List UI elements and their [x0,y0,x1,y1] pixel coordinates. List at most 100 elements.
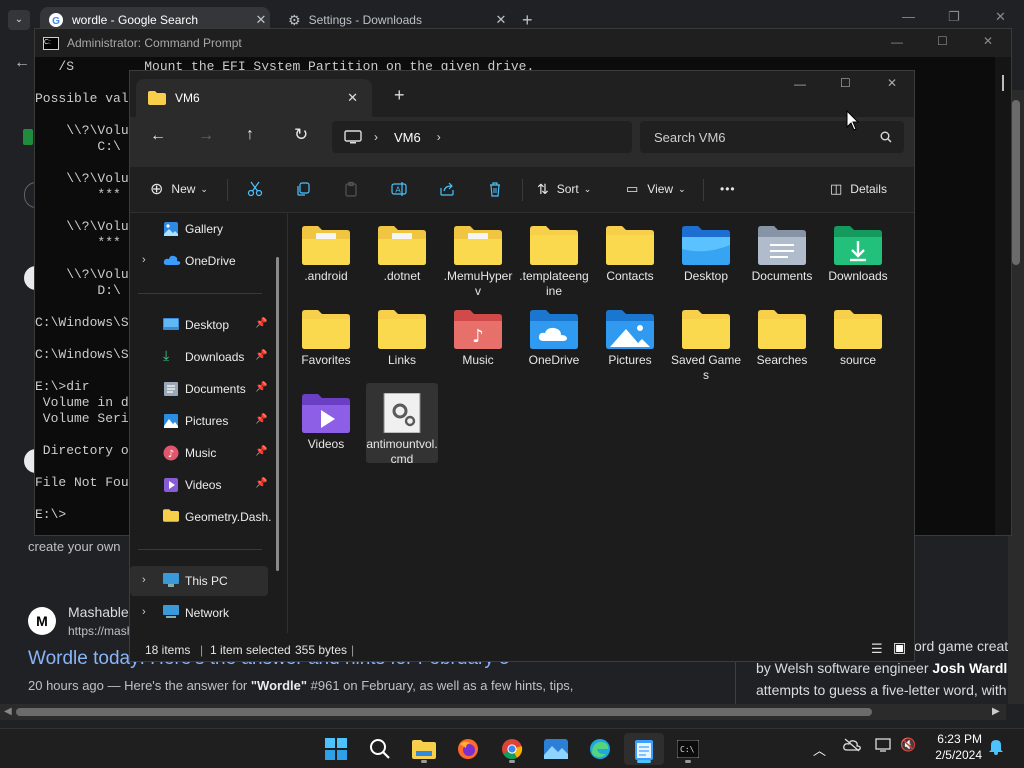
cmd-scrollbar[interactable] [995,57,1011,535]
search-box[interactable]: Search VM6 [640,121,904,153]
photos-taskbar[interactable] [536,733,576,765]
scrollbar-thumb[interactable] [1012,100,1020,265]
close-icon[interactable]: ✕ [492,12,510,28]
search-icon[interactable] [880,131,892,143]
file-list[interactable]: .android .dotnet .MemuHyperv .templateengin… [288,213,914,633]
file-explorer-taskbar[interactable] [404,733,444,765]
more-options-button[interactable]: ••• [720,174,736,204]
file-item[interactable]: Documents [746,215,818,295]
start-button[interactable] [316,733,356,765]
file-item[interactable]: OneDrive [518,299,590,379]
copy-button[interactable] [295,174,311,204]
mashable-logo[interactable]: M [28,607,56,635]
pin-icon[interactable]: 📌 [255,414,267,425]
close-icon[interactable]: ✕ [252,12,270,28]
show-hidden-icons-button[interactable]: ︿ [813,740,826,759]
details-view-icon[interactable]: ☰ [871,641,883,657]
close-button[interactable]: ✕ [983,34,993,48]
breadcrumb-vm6[interactable]: VM6 [394,130,421,145]
back-arrow-icon[interactable]: ← [150,127,166,145]
explorer-tab-vm6[interactable]: VM6 ✕ [136,79,372,117]
delete-button[interactable] [487,174,503,204]
new-tab-button[interactable]: + [394,85,405,106]
nav-item-pictures[interactable]: Pictures 📌 [130,406,268,436]
nav-item-onedrive[interactable]: › OneDrive [130,246,268,276]
cut-button[interactable] [247,174,263,204]
file-item[interactable]: Links [366,299,438,379]
scroll-left-icon[interactable]: ◀ [4,706,12,717]
search-button[interactable] [360,733,400,765]
firefox-taskbar[interactable] [448,733,488,765]
tab-list-dropdown[interactable]: ⌄ [8,10,30,30]
pin-icon[interactable]: 📌 [255,318,267,329]
file-item[interactable]: Downloads [822,215,894,295]
address-bar[interactable]: › VM6 › [332,121,632,153]
file-item[interactable]: .android [290,215,362,295]
cmd-titlebar[interactable]: C: Administrator: Command Prompt — ☐ ✕ [35,29,1011,57]
scrollbar-thumb[interactable] [1002,75,1004,91]
minimize-button[interactable]: — [902,9,915,24]
terminal-taskbar[interactable]: C:\ [668,733,708,765]
file-item[interactable]: Contacts [594,215,666,295]
chevron-right-icon[interactable]: › [374,130,378,144]
chrome-taskbar[interactable] [492,733,532,765]
close-icon[interactable]: ✕ [347,90,358,106]
nav-item-documents[interactable]: Documents 📌 [130,374,268,404]
back-arrow-icon[interactable]: ← [14,54,30,72]
scroll-right-icon[interactable]: ▶ [992,706,1000,717]
chevron-right-icon[interactable]: › [142,606,146,618]
file-explorer-window[interactable]: VM6 ✕ + — ☐ ✕ ← → ↑ ↻ › VM6 › Search VM6… [129,70,915,662]
maximize-button[interactable]: ☐ [937,34,948,48]
nav-item-network[interactable]: › Network [130,598,268,628]
paste-button[interactable] [343,174,359,204]
nav-item-videos[interactable]: Videos 📌 [130,470,268,500]
nav-item-desktop[interactable]: Desktop 📌 [130,310,268,340]
edge-taskbar[interactable] [580,733,620,765]
pin-icon[interactable]: 📌 [255,382,267,393]
pin-icon[interactable]: 📌 [255,478,267,489]
share-button[interactable] [439,174,455,204]
file-item[interactable]: Searches [746,299,818,379]
details-button[interactable]: ◫ Details [830,174,887,204]
file-item[interactable]: Pictures [594,299,666,379]
file-item[interactable]: source [822,299,894,379]
rename-button[interactable]: A [391,174,407,204]
nav-item-geometry-dash[interactable]: Geometry.Dash. [130,502,271,532]
pin-icon[interactable]: 📌 [255,446,267,457]
refresh-icon[interactable]: ↻ [294,125,308,145]
network-tray-icon[interactable] [875,737,891,753]
nav-item-this-pc[interactable]: › This PC [130,566,268,596]
file-item[interactable]: antimountvol.cmd [366,383,438,466]
scrollbar-thumb[interactable] [16,708,872,716]
close-button[interactable]: ✕ [995,9,1006,25]
notification-bell-icon[interactable] [988,737,1004,755]
chevron-right-icon[interactable]: › [437,130,441,144]
up-arrow-icon[interactable]: ↑ [246,126,254,144]
onedrive-tray-icon[interactable] [843,738,861,752]
explorer-titlebar[interactable]: VM6 ✕ + — ☐ ✕ [130,71,914,117]
file-item[interactable]: Saved Games [670,299,742,382]
file-item[interactable]: .dotnet [366,215,438,295]
maximize-button[interactable]: ☐ [840,76,851,90]
file-item[interactable]: Favorites [290,299,362,379]
file-item[interactable]: .MemuHyperv [442,215,514,298]
nav-scrollbar[interactable] [276,257,279,571]
clock[interactable]: 6:23 PM 2/5/2024 [928,731,982,763]
file-item[interactable]: ♪ Music [442,299,514,379]
tiles-view-icon[interactable]: ▣ [893,639,906,656]
forward-arrow-icon[interactable]: → [198,127,214,145]
sort-button[interactable]: ⇅ Sort ⌄ [537,174,591,204]
nav-item-downloads[interactable]: ⤓ Downloads 📌 [130,342,268,372]
new-button[interactable]: ⊕ New ⌄ [150,174,208,204]
horizontal-scrollbar[interactable]: ◀ ▶ [0,704,1006,720]
volume-muted-icon[interactable]: 🔇 [900,737,916,753]
nav-item-music[interactable]: ♪ Music 📌 [130,438,268,468]
minimize-button[interactable]: — [794,77,806,91]
chevron-right-icon[interactable]: › [142,254,146,266]
view-button[interactable]: ▭ View ⌄ [626,174,686,204]
file-item[interactable]: .templateengine [518,215,590,298]
file-item[interactable]: Desktop [670,215,742,295]
minimize-button[interactable]: — [891,35,903,49]
source-name[interactable]: Mashable [68,604,129,620]
pin-icon[interactable]: 📌 [255,350,267,361]
